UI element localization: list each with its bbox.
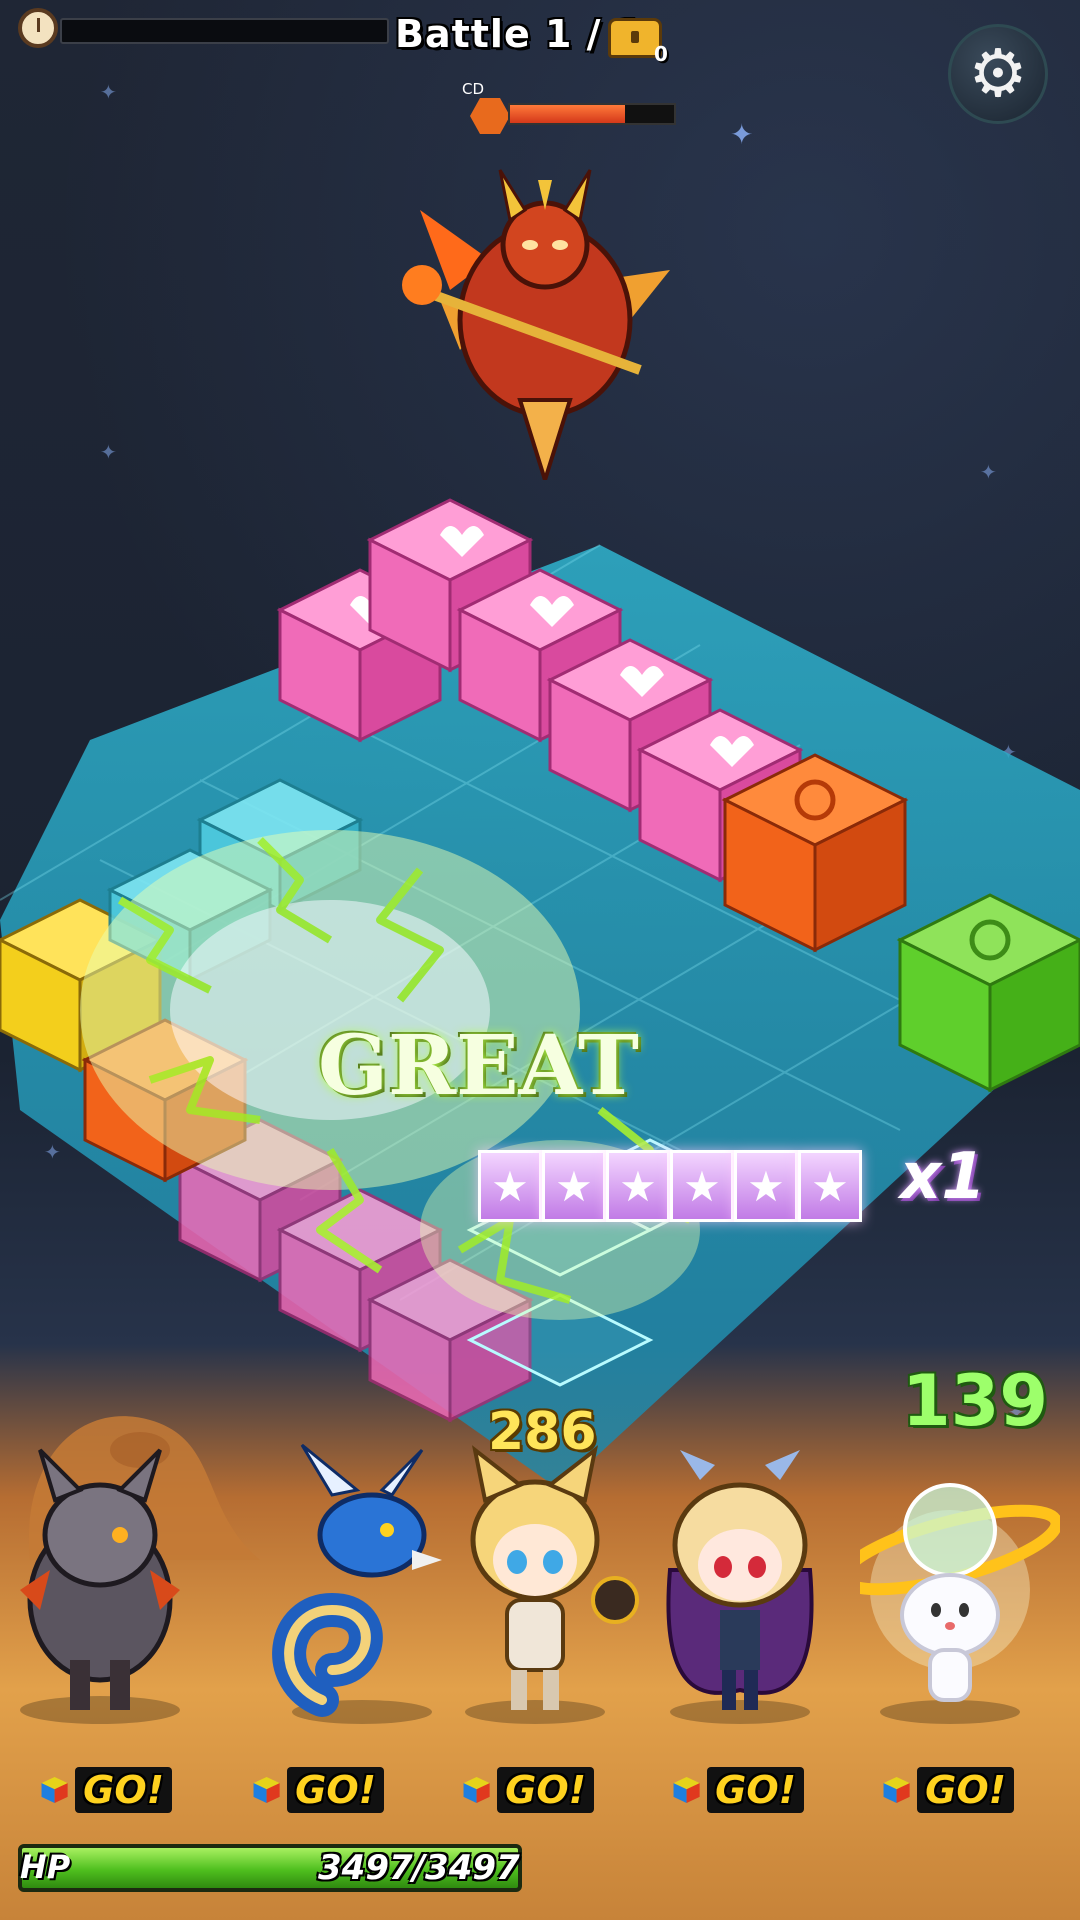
- blue-dragon-hero[interactable]: [262, 1440, 462, 1730]
- go-label: GO!: [917, 1767, 1014, 1813]
- star-tile: ★: [734, 1150, 798, 1222]
- star-tile: ★: [606, 1150, 670, 1222]
- star-tile: ★: [542, 1150, 606, 1222]
- combo-rating-text: GREAT: [318, 1018, 639, 1114]
- go-label: GO!: [75, 1767, 172, 1813]
- damage-number: 139: [902, 1360, 1049, 1442]
- element-cube-icon: [883, 1776, 910, 1804]
- wolf-warrior-hero[interactable]: [0, 1440, 200, 1730]
- hero-1-go-button[interactable]: GO!: [40, 1764, 172, 1816]
- element-cube-icon: [253, 1776, 280, 1804]
- planet-spirit-hero[interactable]: [860, 1440, 1060, 1730]
- hero-3-go-button[interactable]: GO!: [462, 1764, 594, 1816]
- vampire-girl-hero[interactable]: [640, 1440, 840, 1730]
- hp-value: 3497/3497: [318, 1848, 520, 1888]
- element-cube-icon: [41, 1776, 68, 1804]
- star-tile: ★: [798, 1150, 862, 1222]
- game-stage: ✦ ✦ ✦ ✦ ✦ ✦ ✦ Battle 1 / 1 0 ⚙ CD GREAT …: [0, 0, 1080, 1920]
- combo-multiplier: x1: [900, 1140, 986, 1214]
- go-label: GO!: [497, 1767, 594, 1813]
- element-cube-icon: [463, 1776, 490, 1804]
- hero-5-go-button[interactable]: GO!: [882, 1764, 1014, 1816]
- cat-girl-hero[interactable]: [445, 1440, 645, 1730]
- element-cube-icon: [673, 1776, 700, 1804]
- star-tile-row: ★ ★ ★ ★ ★ ★: [478, 1150, 862, 1222]
- hero-4-go-button[interactable]: GO!: [672, 1764, 804, 1816]
- star-tile: ★: [670, 1150, 734, 1222]
- go-label: GO!: [287, 1767, 384, 1813]
- hp-label: HP: [20, 1848, 71, 1886]
- hero-2-go-button[interactable]: GO!: [252, 1764, 384, 1816]
- star-tile: ★: [478, 1150, 542, 1222]
- go-label: GO!: [707, 1767, 804, 1813]
